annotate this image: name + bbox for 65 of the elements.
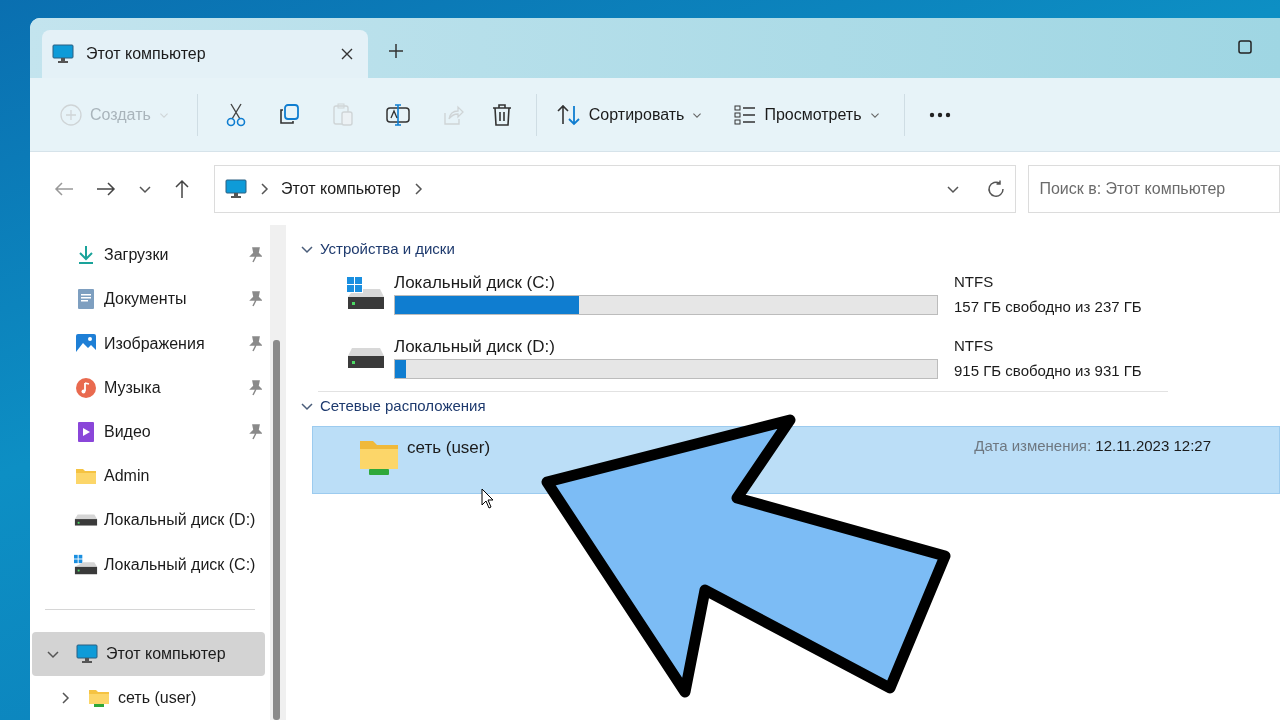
group-header[interactable]: Устройства и диски [320,237,455,261]
computer-icon [225,178,247,199]
refresh-icon [987,180,1006,199]
sort-button[interactable]: Сортировать [548,96,711,133]
close-icon [340,47,354,61]
search-field[interactable]: Поиск в: Этот компьютер [1028,164,1280,213]
drive-name[interactable]: Локальный диск (D:) [394,336,938,358]
group-header[interactable]: Сетевые расположения [320,394,486,418]
network-folder-icon [88,687,110,708]
folder-name[interactable]: сеть (user) [407,435,491,461]
date-modified: Дата изменения: 12.11.2023 12:27 [974,436,1211,456]
path-segment[interactable]: Этот компьютер [281,176,401,201]
drive-name[interactable]: Локальный диск (C:) [394,272,938,294]
copy-icon [277,103,300,126]
scrollbar[interactable] [270,225,286,720]
more-icon [928,111,951,118]
image-icon [76,333,96,354]
mouse-cursor-icon [481,488,495,510]
windows-drive-icon [74,553,98,576]
view-list-icon [734,104,757,125]
add-icon [60,103,82,126]
sidebar-item[interactable]: Загрузки [30,233,262,278]
share-icon [441,103,464,126]
sidebar-item[interactable]: Admin [30,454,262,499]
forward-arrow-icon [96,181,116,198]
clipboard-icon [331,102,354,127]
sidebar-item[interactable]: Документы [30,277,262,322]
window-tab[interactable]: Этот компьютер [42,30,368,78]
document-icon [77,288,95,311]
computer-icon [76,643,98,664]
drive-icon [74,513,98,528]
pin-icon [248,423,262,440]
download-icon [76,245,96,266]
plus-icon [388,42,404,59]
sidebar-item[interactable]: Изображения [30,321,262,366]
tree-item[interactable]: сеть (user) [32,675,265,720]
pin-icon [248,291,262,308]
free-space-label: 915 ГБ свободно из 931 ГБ [954,361,1142,381]
sidebar-item[interactable]: Локальный диск (D:) [30,498,262,543]
sidebar-item[interactable]: Видео [30,409,262,454]
filesystem-label: NTFS [954,272,995,292]
pin-icon [248,379,262,396]
network-folder-icon [359,439,399,477]
sidebar-item[interactable]: Музыка [30,365,262,410]
up-arrow-icon [174,179,190,200]
computer-icon [52,44,74,64]
filesystem-label: NTFS [954,336,995,356]
windows-drive-icon [347,277,385,311]
pin-icon [248,335,262,352]
view-button[interactable]: Просмотреть [726,96,888,133]
back-arrow-icon [54,181,74,198]
folder-icon [75,467,97,486]
maximize-icon [1238,39,1252,54]
tree-item[interactable]: Этот компьютер [32,631,265,676]
video-icon [77,420,95,443]
pin-icon [248,247,262,264]
trash-icon [491,103,512,126]
sidebar-item[interactable]: Локальный диск (C:) [30,542,262,587]
free-space-label: 157 ГБ свободно из 237 ГБ [954,297,1142,317]
scissors-icon [225,102,246,127]
sort-icon [556,103,581,126]
address-bar[interactable]: Этот компьютер [214,164,1017,213]
drive-icon [347,347,385,369]
music-icon [75,376,97,399]
rename-icon [385,103,410,126]
